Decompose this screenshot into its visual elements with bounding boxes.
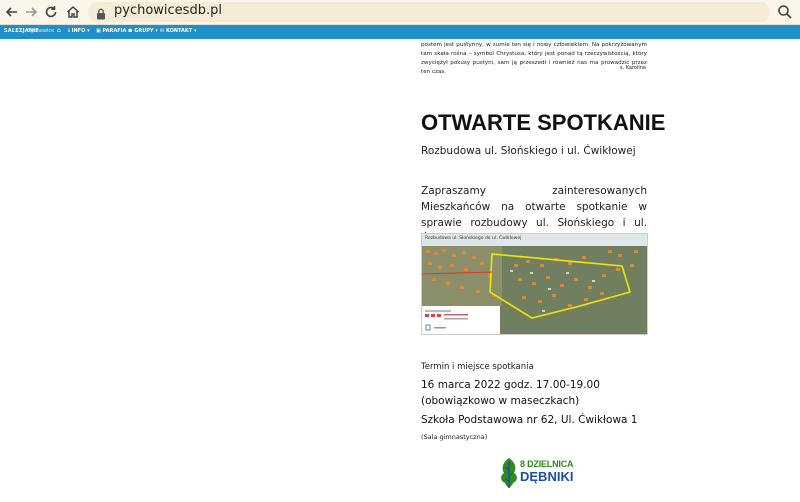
aerial-map-image: Rozbudowa ul. Słońskiego do ul. Ćwikłowe…	[421, 233, 648, 335]
search-icon[interactable]	[776, 3, 794, 21]
nav-item-kontakt[interactable]: ✉ KONTAKT ▾	[160, 28, 196, 34]
previous-article-text: postem jest pustynny, w sumie ten się i …	[421, 42, 647, 75]
district-logo-line2: DĘBNIKI	[520, 469, 574, 484]
meeting-label: Termin i miejsce spotkania	[421, 362, 534, 372]
forward-arrow-icon[interactable]	[22, 3, 40, 21]
nav-home-icon[interactable]: ⌂	[57, 27, 61, 34]
district-logo-line1: 8 DZIELNICA	[520, 459, 574, 469]
browser-toolbar: pychowicesdb.pl	[0, 0, 800, 25]
url-text[interactable]: pychowicesdb.pl	[114, 3, 222, 18]
lock-icon	[96, 5, 106, 20]
previous-article-signature: s. Karolina	[619, 65, 646, 71]
meeting-date: 16 marca 2022 godz. 17.00-19.00	[421, 379, 600, 391]
meeting-place: Szkoła Podstawowa nr 62, Ul. Ćwikłowa 1	[421, 414, 638, 426]
home-icon[interactable]	[64, 3, 82, 21]
article-title: OTWARTE SPOTKANIE	[421, 110, 666, 135]
article-subtitle: Rozbudowa ul. Słońskiego i ul. Ćwikłowej	[421, 145, 636, 157]
nav-item-parafia-label: PARAFIA	[102, 28, 127, 34]
meeting-note: (obowiązkowo w maseczkach)	[421, 395, 580, 407]
nav-item-info-label: INFO	[71, 28, 86, 34]
site-nav-bar: SALEZJANIE Pychowice ⌂ ℹ INFO ▾ ▣ PARAFI…	[0, 25, 800, 39]
nav-item-parafia[interactable]: ▣ PARAFIA ▾	[96, 28, 131, 34]
reload-icon[interactable]	[42, 3, 60, 21]
nav-item-grupy-label: GRUPY	[134, 28, 154, 34]
map-caption: Rozbudowa ul. Słońskiego do ul. Ćwikłowe…	[425, 236, 522, 241]
district-logo[interactable]: 8 DZIELNICA DĘBNIKI	[498, 456, 574, 490]
nav-item-grupy[interactable]: ☗ GRUPY ▾	[128, 28, 158, 34]
meeting-room: (Sala gimnastyczna)	[421, 433, 488, 441]
back-arrow-icon[interactable]	[3, 3, 21, 21]
nav-item-kontakt-label: KONTAKT	[165, 28, 193, 34]
oak-leaf-icon	[501, 458, 517, 488]
site-logo-sub: Pychowice	[28, 28, 55, 34]
nav-item-info[interactable]: ℹ INFO ▾	[68, 28, 90, 34]
